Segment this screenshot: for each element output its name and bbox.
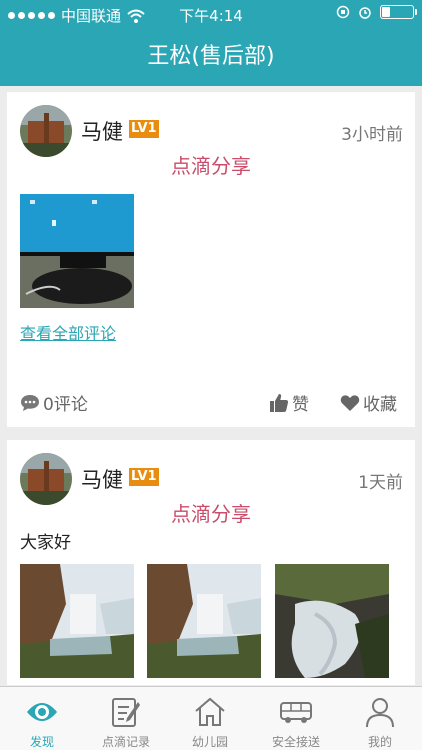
person-icon xyxy=(366,698,394,728)
alarm-icon xyxy=(359,7,371,19)
waterfall-photo[interactable] xyxy=(20,564,134,678)
thumbs-up-icon xyxy=(270,393,289,412)
tab-label: 点滴记录 xyxy=(101,735,150,749)
tab-records[interactable]: 点滴记录 xyxy=(84,687,168,750)
level-badge: LV1 xyxy=(129,120,159,138)
tab-mine[interactable]: 我的 xyxy=(338,687,422,750)
share-title: 点滴分享 xyxy=(171,502,251,526)
eye-icon xyxy=(27,703,57,721)
tab-label: 安全接送 xyxy=(271,735,320,749)
author-name[interactable]: 马健 xyxy=(81,464,123,494)
comment-button[interactable]: 0评论 xyxy=(20,390,88,415)
post-card[interactable]: 马健 LV1 3小时前 点滴分享 查看全部评论 0评论 赞 收藏 xyxy=(7,92,415,427)
post-time: 1天前 xyxy=(358,473,403,493)
comment-count: 0评论 xyxy=(43,395,88,415)
like-label: 赞 xyxy=(292,395,309,415)
tab-label: 我的 xyxy=(367,735,392,749)
tab-bar: 发现 点滴记录 幼儿园 安全接送 我的 xyxy=(0,686,422,750)
like-button[interactable]: 赞 xyxy=(269,390,309,415)
stream-photo[interactable] xyxy=(275,564,389,678)
level-badge: LV1 xyxy=(129,468,159,486)
waterfall-photo[interactable] xyxy=(147,564,261,678)
tab-label: 发现 xyxy=(29,735,54,749)
nav-bar: 王松(售后部) xyxy=(0,28,422,86)
tab-discover[interactable]: 发现 xyxy=(0,687,84,750)
tab-safe-pickup[interactable]: 安全接送 xyxy=(254,687,338,750)
author-name[interactable]: 马健 xyxy=(81,116,123,146)
post-card[interactable]: 马健 LV1 1天前 点滴分享 大家好 xyxy=(7,440,415,685)
comment-icon xyxy=(21,394,39,411)
house-icon xyxy=(195,697,225,726)
page-title: 王松(售后部) xyxy=(147,44,275,69)
view-all-comments-link[interactable]: 查看全部评论 xyxy=(20,320,116,344)
tab-kindergarten[interactable]: 幼儿园 xyxy=(168,687,252,750)
status-bar: 中国联通 下午4:14 xyxy=(0,0,422,28)
favorite-label: 收藏 xyxy=(363,395,397,415)
monitor-photo[interactable] xyxy=(20,194,134,308)
bus-icon xyxy=(280,702,312,723)
heart-icon xyxy=(340,394,360,411)
share-title: 点滴分享 xyxy=(171,154,251,178)
post-time: 3小时前 xyxy=(341,125,403,145)
tab-label: 幼儿园 xyxy=(191,735,228,749)
favorite-button[interactable]: 收藏 xyxy=(340,390,397,415)
notepad-icon xyxy=(112,698,140,727)
rotation-lock-icon xyxy=(336,5,350,19)
battery-icon xyxy=(380,5,417,19)
post-text: 大家好 xyxy=(20,533,71,553)
